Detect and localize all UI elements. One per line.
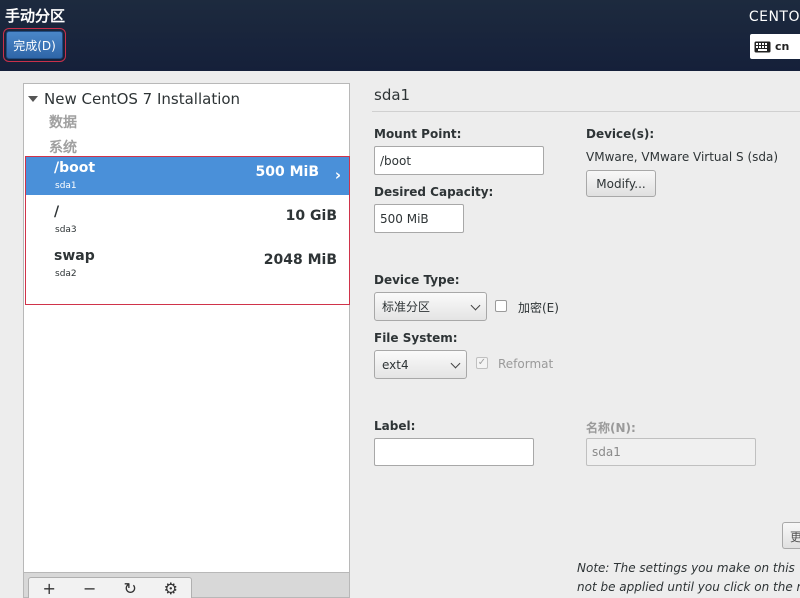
encrypt-label: 加密(E) bbox=[518, 301, 559, 315]
partition-row-root[interactable]: / sda3 10 GiB bbox=[26, 201, 349, 239]
file-system-label: File System: bbox=[374, 331, 458, 345]
page-title: 手动分区 bbox=[5, 7, 66, 25]
update-settings-button[interactable]: 更 bbox=[782, 522, 800, 549]
partition-list: /boot sda1 500 MiB › / sda3 10 GiB swap … bbox=[25, 156, 350, 305]
mount-point-input[interactable]: /boot bbox=[374, 146, 544, 175]
checkmark-icon: ✓ bbox=[477, 357, 487, 368]
device-type-label: Device Type: bbox=[374, 273, 460, 287]
top-bar: 手动分区 完成(D) CENTO cn bbox=[0, 0, 800, 71]
desired-capacity-input[interactable]: 500 MiB bbox=[374, 204, 464, 233]
partition-device: sda3 bbox=[55, 225, 77, 235]
chevron-right-icon: › bbox=[334, 166, 341, 184]
encrypt-checkbox[interactable] bbox=[495, 300, 507, 312]
partition-size: 500 MiB bbox=[255, 164, 320, 180]
devices-label: Device(s): bbox=[586, 127, 655, 141]
note-line: Note: The settings you make on this bbox=[577, 561, 795, 575]
keyboard-layout-label: cn bbox=[775, 40, 790, 53]
group-label-data: 数据 bbox=[49, 115, 77, 131]
partition-tree: New CentOS 7 Installation 数据 系统 /boot sd… bbox=[23, 83, 350, 573]
mount-point-label: Mount Point: bbox=[374, 127, 462, 141]
keyboard-icon bbox=[754, 41, 771, 52]
reformat-checkbox: ✓ bbox=[476, 357, 488, 369]
done-button[interactable]: 完成(D) bbox=[3, 28, 66, 62]
chevron-down-icon bbox=[450, 358, 461, 369]
device-type-dropdown[interactable]: 标准分区 bbox=[374, 292, 487, 321]
partition-name: / bbox=[54, 204, 60, 220]
desired-capacity-label: Desired Capacity: bbox=[374, 185, 494, 199]
partition-row-boot[interactable]: /boot sda1 500 MiB › bbox=[26, 157, 349, 195]
partition-name: /boot bbox=[54, 160, 96, 176]
settings-note: Note: The settings you make on this not … bbox=[577, 559, 800, 597]
name-field-label: 名称(N): bbox=[586, 421, 636, 435]
label-field-label: Label: bbox=[374, 419, 416, 433]
partition-row-swap[interactable]: swap sda2 2048 MiB bbox=[26, 245, 349, 283]
device-type-value: 标准分区 bbox=[382, 300, 431, 314]
refresh-button[interactable]: ↻ bbox=[110, 578, 151, 598]
chevron-down-icon bbox=[470, 300, 481, 311]
group-label-system: 系统 bbox=[49, 140, 77, 156]
remove-partition-button[interactable]: − bbox=[70, 578, 111, 598]
expander-triangle-icon[interactable] bbox=[28, 96, 38, 102]
minus-icon: − bbox=[83, 579, 97, 598]
file-system-dropdown[interactable]: ext4 bbox=[374, 350, 467, 379]
partition-size: 10 GiB bbox=[285, 208, 337, 224]
name-input: sda1 bbox=[586, 438, 756, 466]
file-system-value: ext4 bbox=[382, 357, 409, 372]
note-line: not be applied until you click on the m bbox=[577, 580, 800, 594]
product-name: CENTO bbox=[748, 9, 800, 25]
refresh-icon: ↻ bbox=[123, 579, 137, 598]
partition-device: sda1 bbox=[55, 181, 77, 191]
reformat-label: Reformat bbox=[498, 357, 554, 371]
selected-partition-title: sda1 bbox=[374, 86, 411, 104]
divider bbox=[372, 111, 800, 112]
devices-value: VMware, VMware Virtual S (sda) bbox=[586, 150, 779, 164]
partition-name: swap bbox=[54, 248, 95, 264]
plus-icon: + bbox=[42, 579, 56, 598]
gear-icon: ⚙ bbox=[163, 579, 178, 598]
partition-size: 2048 MiB bbox=[263, 252, 337, 268]
modify-button[interactable]: Modify... bbox=[586, 170, 656, 197]
configure-button[interactable]: ⚙ bbox=[151, 578, 192, 598]
label-input[interactable] bbox=[374, 438, 534, 466]
keyboard-layout-indicator[interactable]: cn bbox=[750, 34, 800, 59]
partition-device: sda2 bbox=[55, 269, 77, 279]
toolbar-button-group: + − ↻ ⚙ bbox=[28, 577, 192, 598]
partition-toolbar: + − ↻ ⚙ bbox=[23, 573, 350, 598]
add-partition-button[interactable]: + bbox=[29, 578, 70, 598]
installation-node[interactable]: New CentOS 7 Installation bbox=[27, 90, 240, 108]
installation-label: New CentOS 7 Installation bbox=[44, 90, 241, 108]
